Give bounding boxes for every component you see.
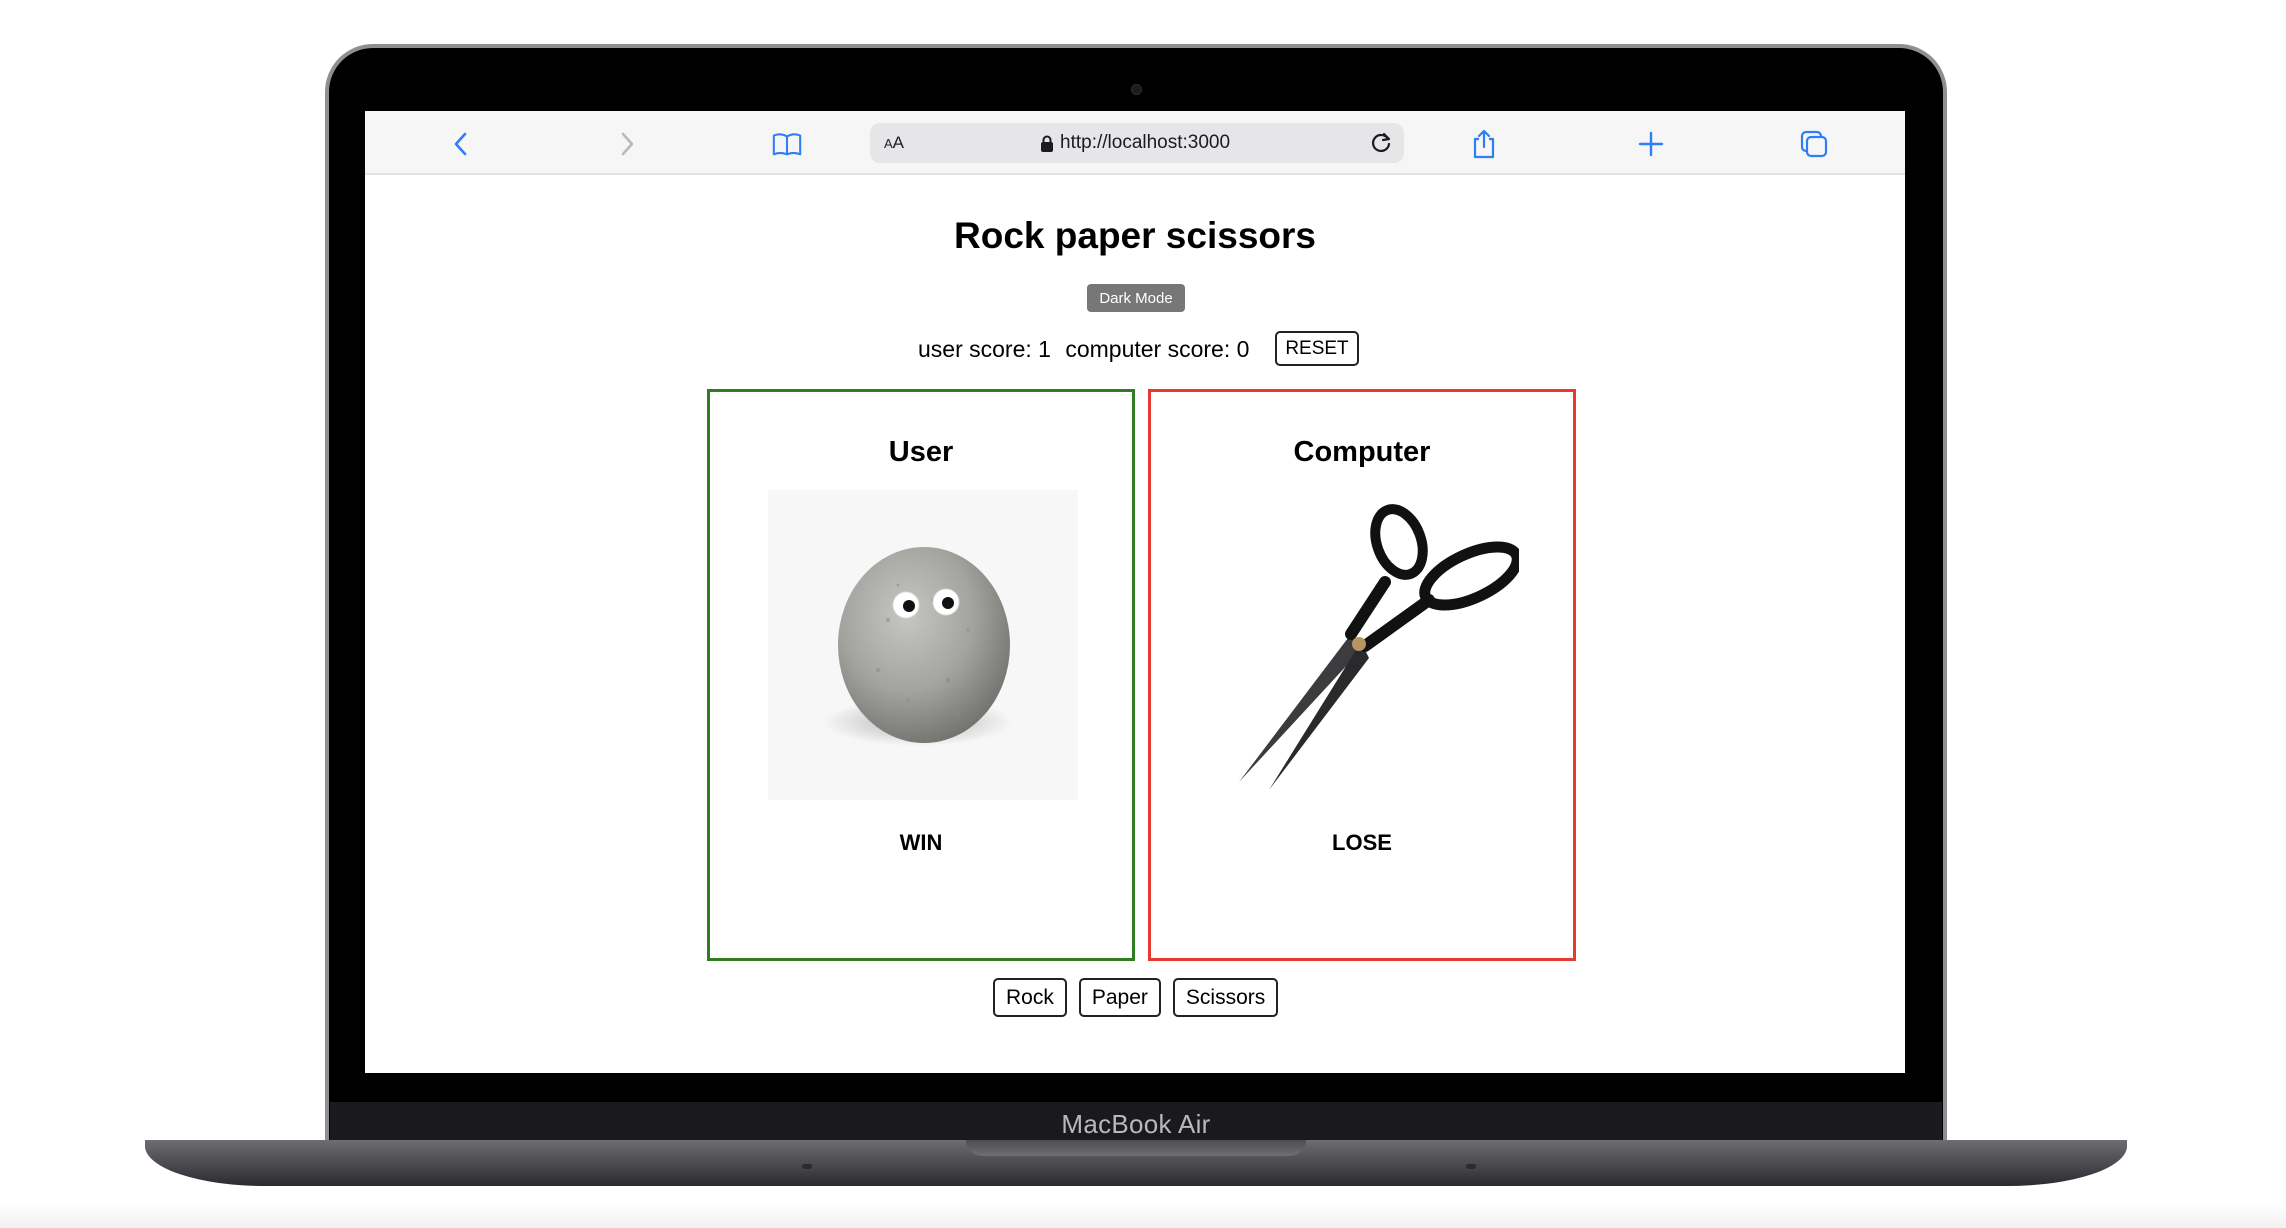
lock-icon xyxy=(1040,135,1054,158)
page-title: Rock paper scissors xyxy=(954,215,1316,256)
new-tab-icon[interactable] xyxy=(1635,128,1667,160)
browser-toolbar: AA http://localhost:3000 xyxy=(365,111,1905,175)
floor-shadow xyxy=(0,1204,2286,1228)
text-size-button[interactable]: AA xyxy=(884,133,904,153)
reload-icon[interactable] xyxy=(1368,130,1394,161)
computer-result: LOSE xyxy=(1332,830,1392,855)
mockup-stage: AA http://localhost:3000 Rock paper scis… xyxy=(0,0,2286,1228)
paper-button[interactable]: Paper xyxy=(1078,978,1161,1017)
user-card: User WIN xyxy=(707,389,1135,961)
user-score: user score: 1 xyxy=(918,336,1051,362)
bookmarks-icon[interactable] xyxy=(771,128,803,160)
choice-buttons: Rock Paper Scissors xyxy=(993,978,1279,1017)
scissors-image xyxy=(1209,490,1523,800)
rock-button[interactable]: Rock xyxy=(993,978,1067,1017)
computer-card-title: Computer xyxy=(1293,436,1431,468)
laptop-foot xyxy=(1466,1164,1476,1169)
score-line: user score: 1 computer score: 0 xyxy=(918,336,1257,363)
laptop-foot xyxy=(802,1164,812,1169)
url-text[interactable]: http://localhost:3000 xyxy=(1060,132,1230,154)
browser-screen: AA http://localhost:3000 Rock paper scis… xyxy=(365,111,1905,1073)
camera-icon xyxy=(1131,84,1142,95)
computer-score: computer score: 0 xyxy=(1065,336,1250,362)
device-label: MacBook Air xyxy=(1061,1108,1211,1139)
computer-card: Computer LOSE xyxy=(1148,389,1576,961)
rock-image xyxy=(768,490,1078,800)
page-content: Rock paper scissors Dark Mode user score… xyxy=(365,177,1905,1073)
laptop-notch xyxy=(966,1140,1306,1156)
dark-mode-button[interactable]: Dark Mode xyxy=(1087,284,1185,312)
user-result: WIN xyxy=(899,830,943,855)
tabs-icon[interactable] xyxy=(1798,128,1830,160)
user-card-title: User xyxy=(888,436,954,468)
share-icon[interactable] xyxy=(1468,128,1500,160)
scissors-button[interactable]: Scissors xyxy=(1172,978,1279,1017)
address-bar[interactable]: AA http://localhost:3000 xyxy=(870,123,1404,163)
forward-icon[interactable] xyxy=(611,128,643,160)
back-icon[interactable] xyxy=(445,128,477,160)
reset-button[interactable]: RESET xyxy=(1275,331,1359,366)
